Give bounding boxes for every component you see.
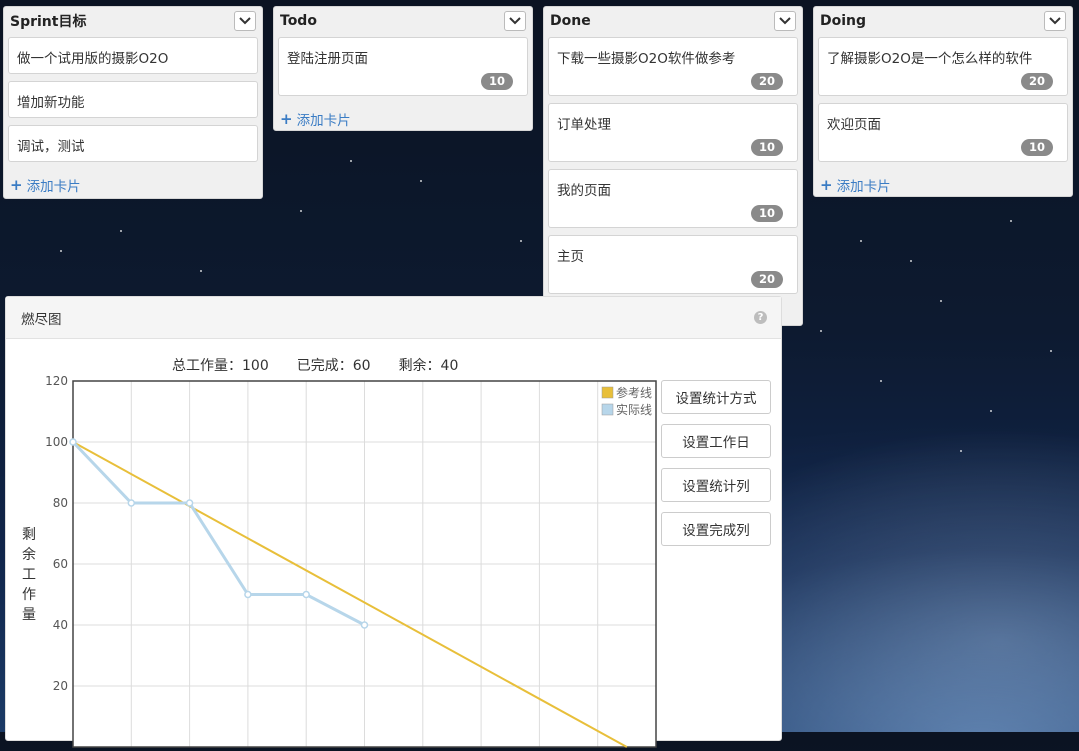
plus-icon: + [10,176,23,194]
legend-label: 参考线 [616,385,652,400]
card[interactable]: 订单处理 10 [548,103,798,162]
list-title: Todo [280,13,317,29]
y-tick-label: 80 [53,496,68,510]
data-point [127,499,136,507]
card[interactable]: 做一个试用版的摄影O2O [8,37,258,74]
card-title: 了解摄影O2O是一个怎么样的软件 [827,51,1033,67]
help-icon[interactable]: ? [754,311,767,324]
list-title: Done [550,13,591,29]
data-point [302,590,310,599]
points-badge: 10 [1020,139,1053,156]
card[interactable]: 我的页面 10 [548,169,798,228]
card-title: 欢迎页面 [827,117,881,133]
points-badge: 20 [750,73,783,90]
card[interactable]: 调试，测试 [8,125,258,162]
points-badge: 20 [750,271,783,288]
points-badge: 20 [1020,73,1053,90]
y-tick-label: 100 [45,435,68,449]
add-card-button[interactable]: + 添加卡片 [818,169,1068,203]
add-card-label: 添加卡片 [296,113,351,129]
y-axis-label-char: 剩 [22,527,36,543]
y-axis-label-char: 作 [22,587,36,603]
burndown-panel: 燃尽图 ? 总工作量：100 已完成：60 剩余：40 剩 余 工 作 量 20… [5,296,782,748]
y-tick-label: 120 [45,374,68,388]
plus-icon: + [820,176,833,194]
add-card-button[interactable]: + 添加卡片 [8,169,258,203]
card[interactable]: 增加新功能 [8,81,258,118]
card-title: 订单处理 [557,117,611,133]
data-point [244,590,252,599]
card[interactable]: 下载一些摄影O2O软件做参考 20 [548,37,798,96]
card-title: 登陆注册页面 [287,51,368,67]
y-axis-label-char: 工 [22,567,36,583]
legend-swatch [601,386,614,399]
set-workdays-button[interactable]: 设置工作日 [661,424,771,458]
y-tick-label: 20 [53,679,68,693]
points-badge: 10 [750,205,783,222]
y-axis-label: 剩 余 工 作 量 [22,525,36,625]
chevron-down-icon [509,17,521,25]
panel-title: 燃尽图 [21,311,62,328]
points-badge: 10 [480,73,513,90]
y-axis-label-char: 余 [22,547,36,563]
card-title: 我的页面 [557,183,611,199]
add-card-button[interactable]: + 添加卡片 [278,103,528,137]
card-title: 做一个试用版的摄影O2O [17,51,169,67]
list-title: Sprint目标 [10,14,87,30]
list-doing: Doing 了解摄影O2O是一个怎么样的软件 20 欢迎页面 10 + 添加卡片 [813,6,1073,197]
burndown-chart: 20 40 60 80 100 120 参考线实际线 [45,374,657,748]
panel-header: 燃尽图 ? [6,297,781,339]
data-point [69,438,77,446]
set-done-columns-button[interactable]: 设置完成列 [661,512,771,546]
add-card-label: 添加卡片 [836,179,891,195]
list-sprint-goal: Sprint目标 做一个试用版的摄影O2O 增加新功能 调试，测试 + 添加卡片 [3,6,263,199]
list-menu-button[interactable] [1044,11,1066,31]
card[interactable]: 主页 20 [548,235,798,294]
card-title: 增加新功能 [17,95,85,111]
list-title: Doing [820,13,867,29]
card[interactable]: 了解摄影O2O是一个怎么样的软件 20 [818,37,1068,96]
list-done: Done 下载一些摄影O2O软件做参考 20 订单处理 10 我的页面 10 主… [543,6,803,326]
data-point [360,621,369,629]
set-statistics-columns-button[interactable]: 设置统计列 [661,468,771,502]
legend-label: 实际线 [616,402,652,417]
list-menu-button[interactable] [774,11,796,31]
data-point [185,499,194,507]
plus-icon: + [280,110,293,128]
card[interactable]: 欢迎页面 10 [818,103,1068,162]
chevron-down-icon [1049,17,1061,25]
y-tick-label: 40 [53,618,68,632]
card-title: 下载一些摄影O2O软件做参考 [557,51,736,67]
chevron-down-icon [239,17,251,25]
points-badge: 10 [750,139,783,156]
list-todo: Todo 登陆注册页面 10 + 添加卡片 [273,6,533,131]
y-axis-label-char: 量 [22,607,36,623]
list-menu-button[interactable] [504,11,526,31]
card[interactable]: 登陆注册页面 10 [278,37,528,96]
y-tick-label: 60 [53,557,68,571]
card-title: 调试，测试 [17,139,85,155]
set-statistics-method-button[interactable]: 设置统计方式 [661,380,771,414]
list-menu-button[interactable] [234,11,256,31]
add-card-label: 添加卡片 [26,179,81,195]
legend-swatch [601,403,614,416]
card-title: 主页 [557,249,584,265]
chevron-down-icon [779,17,791,25]
